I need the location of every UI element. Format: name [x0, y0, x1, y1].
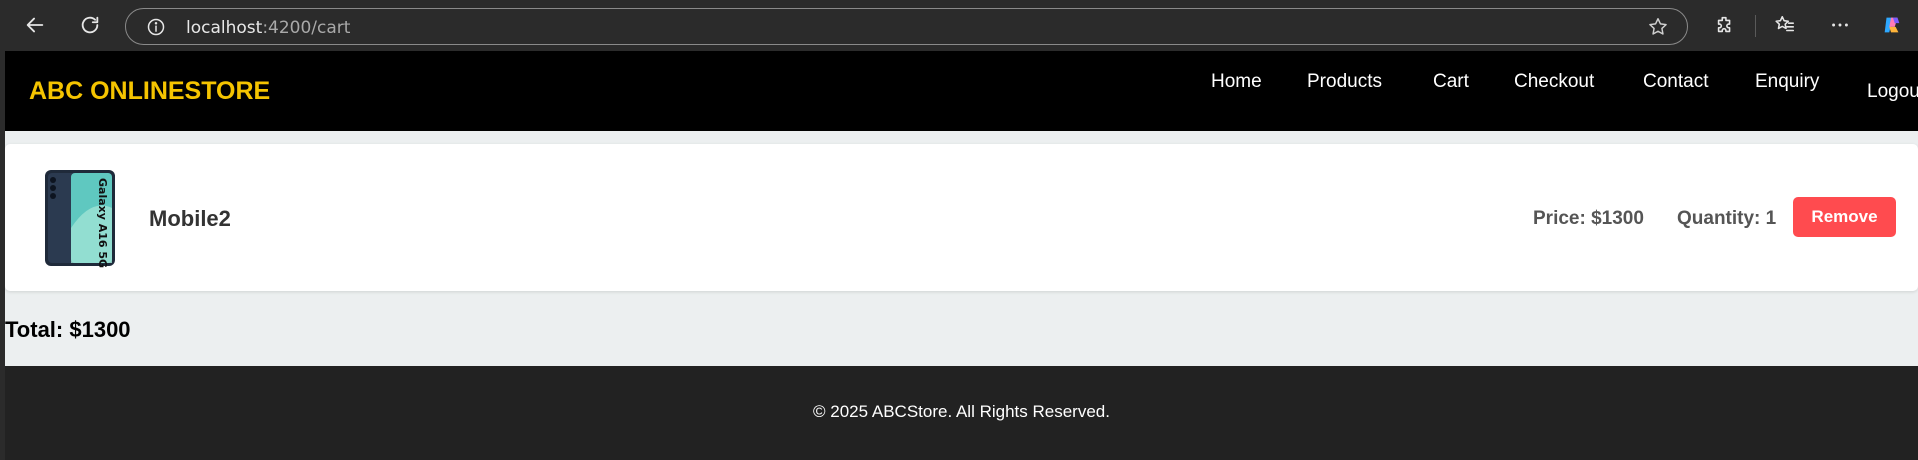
more-menu-icon[interactable]: [1825, 10, 1855, 40]
product-quantity: Quantity: 1: [1677, 208, 1777, 229]
back-icon[interactable]: [20, 10, 50, 40]
product-price: Price: $1300: [1533, 208, 1644, 229]
address-bar[interactable]: localhost:4200/cart: [125, 8, 1688, 45]
toolbar-divider: [1755, 15, 1756, 37]
site-info-icon[interactable]: [146, 17, 166, 37]
copilot-icon[interactable]: [1877, 10, 1907, 40]
nav-home[interactable]: Home: [1211, 71, 1262, 93]
favorite-star-icon[interactable]: [1647, 16, 1669, 38]
brand-logo[interactable]: ABC ONLINESTORE: [29, 77, 270, 106]
nav-cart[interactable]: Cart: [1433, 71, 1469, 93]
cart-item: Galaxy A16 5G Mobile2 Price: $1300 Quant…: [5, 144, 1918, 291]
remove-button[interactable]: Remove: [1793, 197, 1896, 237]
favorites-icon[interactable]: [1770, 10, 1800, 40]
nav-enquiry[interactable]: Enquiry: [1755, 71, 1819, 93]
footer-copyright: © 2025 ABCStore. All Rights Reserved.: [813, 402, 1110, 421]
product-name: Mobile2: [149, 206, 231, 231]
nav-checkout[interactable]: Checkout: [1514, 71, 1594, 93]
browser-toolbar: localhost:4200/cart: [0, 0, 1918, 52]
footer: © 2025 ABCStore. All Rights Reserved.: [5, 366, 1918, 460]
nav-logout[interactable]: Logou: [1867, 81, 1918, 103]
nav-contact[interactable]: Contact: [1643, 71, 1708, 93]
nav-products[interactable]: Products: [1307, 71, 1382, 93]
navbar: ABC ONLINESTORE Home Products Cart Check…: [5, 51, 1918, 131]
reload-icon[interactable]: [75, 10, 105, 40]
extensions-icon[interactable]: [1710, 10, 1740, 40]
cart-total: Total: $1300: [5, 317, 131, 342]
url-text[interactable]: localhost:4200/cart: [186, 18, 350, 38]
product-image: Galaxy A16 5G: [45, 170, 115, 268]
page-viewport: ABC ONLINESTORE Home Products Cart Check…: [5, 51, 1918, 460]
svg-text:Galaxy A16 5G: Galaxy A16 5G: [96, 178, 109, 268]
